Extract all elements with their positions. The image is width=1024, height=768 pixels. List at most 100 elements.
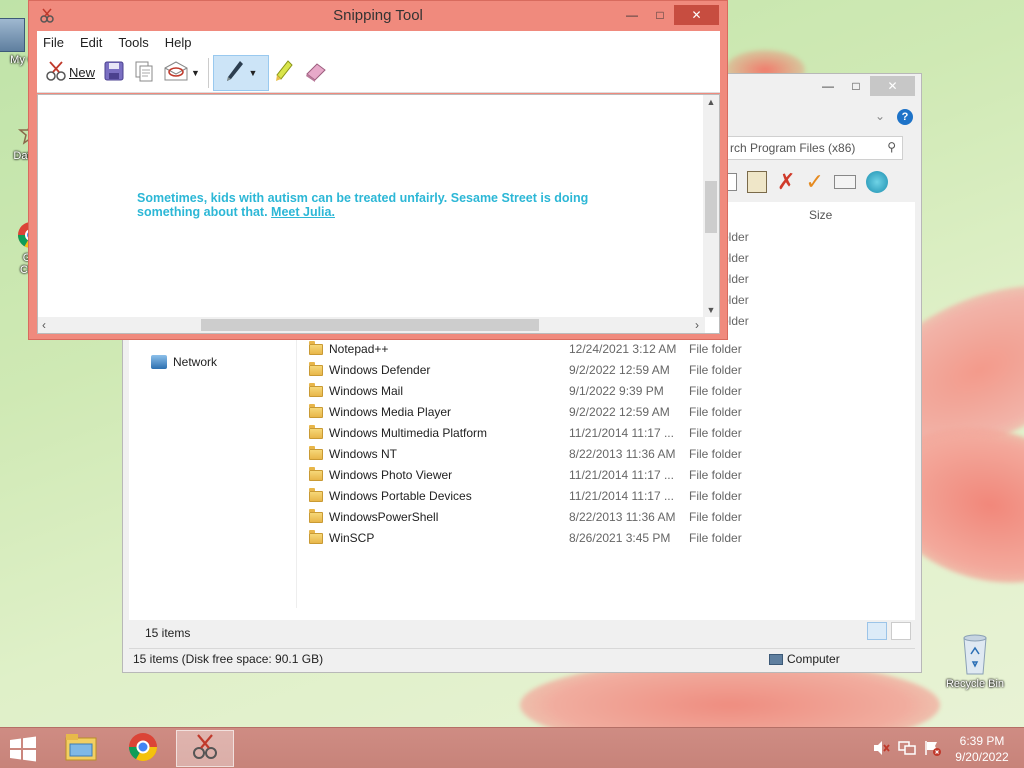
desktop-icon-label: Recycle Bin — [945, 678, 1005, 690]
snipping-tool-window[interactable]: Snipping Tool — □ ✕ File Edit Tools Help… — [28, 0, 728, 340]
delete-icon[interactable]: ✗ — [777, 169, 795, 195]
file-date: 11/21/2014 11:17 ... — [569, 489, 674, 503]
file-name-cell: Windows NT — [309, 445, 569, 461]
file-name-cell: Notepad++ — [309, 340, 569, 356]
file-type: File folder — [689, 405, 742, 419]
details-view-button[interactable] — [867, 622, 887, 640]
menu-file[interactable]: File — [43, 35, 64, 50]
start-button[interactable] — [8, 736, 38, 762]
address-dropdown-icon[interactable]: ⌄ — [875, 109, 885, 123]
rename-icon[interactable] — [833, 175, 856, 189]
horizontal-scroll-thumb[interactable] — [201, 319, 539, 331]
file-row[interactable]: Windows Mail 9/1/2022 9:39 PM File folder — [309, 381, 789, 401]
meet-julia-link[interactable]: Meet Julia. — [271, 205, 335, 219]
scroll-left-icon[interactable]: ‹ — [42, 317, 46, 333]
taskbar-snipping-tool[interactable] — [176, 730, 234, 767]
close-icon: ✕ — [691, 8, 702, 22]
minimize-button[interactable]: — — [618, 5, 646, 25]
minimize-button[interactable]: — — [814, 76, 842, 96]
search-input[interactable]: rch Program Files (x86) ⚲ — [723, 136, 903, 160]
network-icon[interactable] — [898, 740, 916, 759]
menu-tools[interactable]: Tools — [118, 35, 148, 50]
send-snip-button[interactable]: ▼ — [159, 57, 204, 89]
taskbar-clock[interactable]: 6:39 PM 9/20/2022 — [950, 733, 1014, 765]
folder-icon — [309, 382, 323, 397]
recycle-bin-icon — [960, 632, 990, 676]
file-row[interactable]: Windows Photo Viewer 11/21/2014 11:17 ...… — [309, 465, 789, 485]
taskbar-chrome[interactable] — [114, 730, 172, 767]
highlighter-button[interactable] — [269, 57, 299, 89]
file-row[interactable]: WinSCP 8/26/2021 3:45 PM File folder — [309, 528, 789, 548]
status-location-label: Computer — [787, 652, 840, 666]
close-button[interactable]: ✕ — [870, 76, 915, 96]
copy-icon — [133, 60, 155, 85]
system-tray — [872, 740, 942, 759]
column-header-size[interactable]: Size — [809, 208, 832, 222]
chrome-icon — [128, 732, 158, 765]
maximize-icon: □ — [656, 8, 664, 22]
taskbar-file-explorer[interactable] — [52, 730, 110, 767]
file-type: File folder — [689, 510, 742, 524]
file-name: Windows Defender — [329, 363, 431, 377]
windows-logo-icon — [10, 736, 36, 762]
clock-time: 6:39 PM — [959, 734, 1005, 748]
desktop-icon-recycle-bin[interactable]: Recycle Bin — [940, 632, 1010, 690]
menu-help[interactable]: Help — [165, 35, 192, 50]
file-row[interactable]: Windows Defender 9/2/2022 12:59 AM File fo… — [309, 360, 789, 380]
file-row[interactable]: Windows Media Player 9/2/2022 12:59 AM Fil… — [309, 402, 789, 422]
file-name: Windows Mail — [329, 384, 404, 398]
pen-icon — [224, 59, 246, 86]
new-snip-button[interactable]: New — [41, 57, 99, 89]
nav-item-network[interactable]: Network — [151, 355, 217, 369]
maximize-button[interactable]: □ — [646, 5, 674, 25]
checkmark-icon[interactable]: ✓ — [805, 169, 823, 195]
file-row[interactable]: WindowsPowerShell 8/22/2013 11:36 AM File … — [309, 507, 789, 527]
file-name-cell: Windows Portable Devices — [309, 487, 569, 503]
file-date: 8/26/2021 3:45 PM — [569, 531, 671, 545]
menu-edit[interactable]: Edit — [80, 35, 102, 50]
snip-canvas[interactable]: Sometimes, kids with autism can be treat… — [37, 94, 720, 334]
folder-icon — [309, 403, 323, 418]
file-row[interactable]: Notepad++ 12/24/2021 3:12 AM File folder — [309, 339, 789, 359]
file-date: 9/1/2022 9:39 PM — [569, 384, 664, 398]
action-center-icon[interactable] — [924, 740, 942, 759]
file-name-cell: Windows Media Player — [309, 403, 569, 419]
dropdown-arrow-icon[interactable]: ▼ — [191, 68, 200, 78]
pen-dropdown-icon[interactable]: ▼ — [248, 68, 257, 78]
vertical-scroll-thumb[interactable] — [705, 181, 717, 233]
copy-button[interactable] — [129, 57, 159, 89]
eraser-icon — [303, 60, 327, 85]
horizontal-scrollbar[interactable]: ‹ › — [38, 317, 705, 333]
file-row[interactable]: Windows Multimedia Platform 11/21/2014 11… — [309, 423, 789, 443]
save-snip-button[interactable] — [99, 57, 129, 89]
send-snip-icon — [163, 60, 189, 85]
paste-icon[interactable] — [747, 171, 767, 193]
file-date: 11/21/2014 11:17 ... — [569, 426, 674, 440]
file-name: Windows Media Player — [329, 405, 452, 419]
vertical-scrollbar[interactable]: ▲ ▼ — [703, 95, 719, 317]
large-icons-view-button[interactable] — [891, 622, 911, 640]
file-row[interactable]: Windows NT 8/22/2013 11:36 AM File folder — [309, 444, 789, 464]
file-row[interactable]: Windows Portable Devices 11/21/2014 11:17… — [309, 486, 789, 506]
file-type: File folder — [689, 426, 742, 440]
item-count: 15 items — [145, 626, 191, 640]
file-name: Notepad++ — [329, 342, 389, 356]
eraser-button[interactable] — [299, 57, 331, 89]
scroll-right-icon[interactable]: › — [695, 317, 699, 333]
folder-icon — [309, 424, 323, 439]
volume-muted-icon[interactable] — [872, 740, 890, 759]
file-date: 11/21/2014 11:17 ... — [569, 468, 674, 482]
menu-bar: File Edit Tools Help — [37, 31, 720, 53]
computer-icon — [0, 18, 25, 52]
maximize-button[interactable]: □ — [842, 76, 870, 96]
file-name-cell: Windows Multimedia Platform — [309, 424, 569, 440]
file-explorer-icon — [64, 732, 98, 765]
folder-icon — [309, 508, 323, 523]
scroll-down-icon[interactable]: ▼ — [703, 305, 719, 315]
file-name: WindowsPowerShell — [329, 510, 439, 524]
help-icon[interactable]: ? — [897, 109, 913, 125]
pen-tool-button[interactable]: ▼ — [212, 54, 269, 91]
close-button[interactable]: ✕ — [674, 5, 719, 25]
scroll-up-icon[interactable]: ▲ — [703, 97, 719, 107]
globe-icon[interactable] — [865, 171, 888, 193]
